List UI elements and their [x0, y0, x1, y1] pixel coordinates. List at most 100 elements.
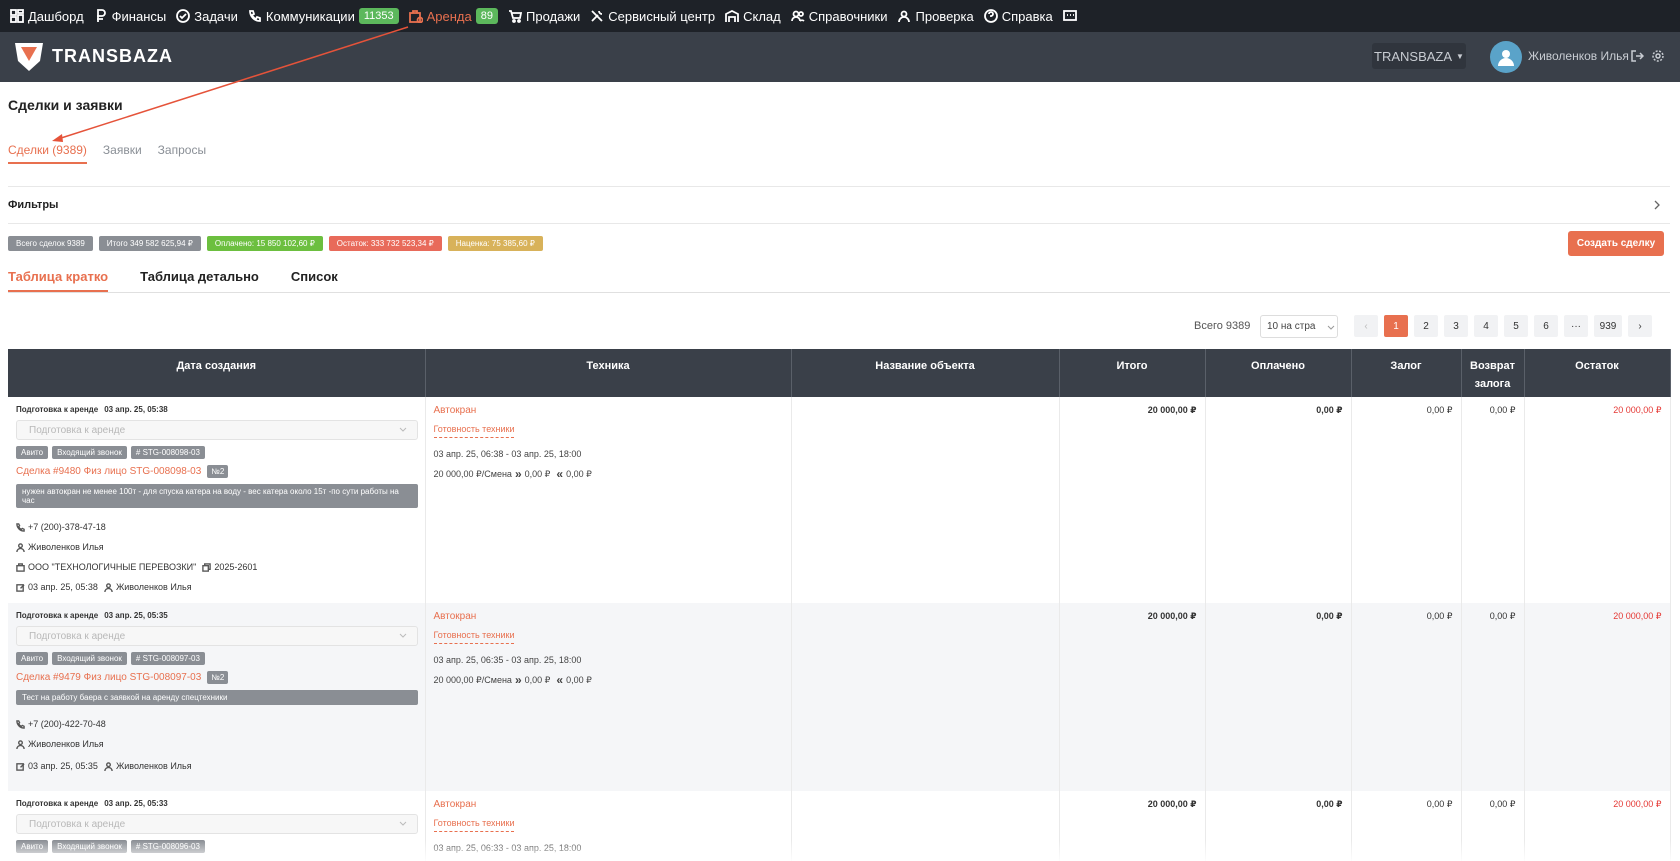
deposit-cell: 0,00 ₽: [1351, 791, 1462, 861]
deal-link[interactable]: Сделка #9480 Физ лицо STG-008098-03 №2: [16, 465, 417, 478]
rest-cell: 20 000,00 ₽: [1524, 791, 1671, 861]
tag: # STG-008096-03: [130, 840, 205, 853]
deal-tabs: Сделки (9389) Заявки Запросы: [8, 143, 206, 164]
nav-label: Финансы: [111, 8, 167, 24]
page-button[interactable]: 6: [1534, 315, 1558, 337]
gear-icon[interactable]: [1651, 49, 1665, 63]
page-button[interactable]: 2: [1414, 315, 1438, 337]
double-chevron-right-icon: »: [514, 467, 522, 481]
prev-page-button[interactable]: ‹: [1354, 315, 1378, 337]
tech-link[interactable]: Автокран: [434, 611, 783, 622]
chat-icon: [1062, 10, 1077, 21]
deal-number-badge: №2: [207, 671, 229, 684]
nav-item-service[interactable]: Сервисный центр: [590, 9, 715, 24]
phone-icon: [16, 522, 25, 532]
table-row[interactable]: Подготовка к аренде 03 апр. 25, 05:33 Под…: [8, 791, 1671, 861]
tech-status-link[interactable]: Готовность техники: [433, 630, 515, 644]
phone-info[interactable]: +7 (200)-378-47-18: [16, 522, 417, 532]
tag: # STG-008097-03: [130, 652, 205, 665]
company-selector[interactable]: TRANSBAZA ▼: [1372, 43, 1466, 69]
briefcase-icon: [16, 562, 25, 572]
transbaza-logo-icon: [15, 43, 43, 71]
tag: Входящий звонок: [52, 840, 127, 853]
stage-select[interactable]: Подготовка к аренде: [16, 814, 418, 834]
tab-requests[interactable]: Заявки: [103, 143, 142, 164]
tech-price: 20 000,00 ₽/Смена» 0,00 ₽ «0,00 ₽: [433, 467, 592, 481]
deal-link[interactable]: Сделка #9479 Физ лицо STG-008097-03 №2: [16, 671, 417, 684]
stage-select[interactable]: Подготовка к аренде: [16, 420, 418, 440]
nav-item-references[interactable]: Справочники: [790, 9, 888, 24]
column-header[interactable]: Остаток: [1524, 349, 1671, 397]
nav-item-communications[interactable]: Коммуникации 11353: [248, 8, 399, 24]
tech-dates: 03 апр. 25, 06:38 - 03 апр. 25, 18:00: [433, 449, 582, 459]
rest-cell: 20 000,00 ₽: [1524, 603, 1671, 791]
deposit-return-cell: 0,00 ₽: [1461, 791, 1525, 861]
stage-select[interactable]: Подготовка к аренде: [16, 626, 418, 646]
next-page-button[interactable]: ›: [1628, 315, 1652, 337]
nav-label: Дашборд: [28, 8, 84, 24]
row-created-date: 03 апр. 25, 05:35: [104, 611, 168, 620]
tab-deals[interactable]: Сделки (9389): [8, 143, 87, 164]
tab-queries[interactable]: Запросы: [158, 143, 206, 164]
per-page-select[interactable]: 10 на стра: [1260, 315, 1338, 338]
tab-table-detailed[interactable]: Таблица детально: [140, 269, 259, 292]
logo[interactable]: TRANSBAZA: [12, 39, 173, 73]
column-header[interactable]: Оплачено: [1205, 349, 1352, 397]
nav-item-help[interactable]: Справка: [983, 9, 1053, 24]
chevron-down-icon: [399, 821, 407, 826]
tech-status-link[interactable]: Готовность техники: [433, 818, 515, 832]
tag: Авито: [16, 840, 49, 853]
edit-icon: [16, 762, 25, 771]
help-icon: [983, 9, 998, 23]
page-button[interactable]: 1: [1384, 315, 1408, 337]
column-header[interactable]: Дата создания: [8, 349, 426, 397]
nav-item-rent[interactable]: Аренда 89: [408, 8, 498, 24]
page-button[interactable]: 5: [1504, 315, 1528, 337]
row-created-date: 03 апр. 25, 05:33: [104, 799, 168, 808]
user-check-icon: [897, 10, 910, 23]
column-header[interactable]: Возврат залога: [1461, 349, 1525, 397]
nav-item-warehouse[interactable]: Склад: [725, 9, 781, 24]
nav-label: Сервисный центр: [608, 8, 716, 24]
tab-table-brief[interactable]: Таблица кратко: [8, 269, 109, 292]
tools-icon: [591, 10, 603, 22]
column-header[interactable]: Название объекта: [791, 349, 1060, 397]
row-status: Подготовка к аренде 03 апр. 25, 05:38: [16, 405, 168, 414]
nav-item-verification[interactable]: Проверка: [897, 9, 974, 24]
create-deal-button[interactable]: Создать сделку: [1568, 231, 1664, 256]
tab-list[interactable]: Список: [291, 269, 338, 292]
chevron-down-icon: [399, 633, 407, 638]
column-header[interactable]: Техника: [425, 349, 792, 397]
column-header[interactable]: Итого: [1059, 349, 1206, 397]
tag: Авито: [16, 446, 49, 459]
chip-total-deals: Всего сделок 9389: [8, 236, 93, 251]
deal-comment: нужен автокран не менее 100т - для спуск…: [16, 484, 418, 508]
nav-item-tasks[interactable]: Задачи: [176, 9, 238, 24]
cart-icon: [509, 10, 522, 23]
column-header[interactable]: Залог: [1351, 349, 1462, 397]
filters-label: Фильтры: [8, 199, 59, 211]
table-row[interactable]: Подготовка к аренде 03 апр. 25, 05:35 Под…: [8, 603, 1671, 791]
filters-panel[interactable]: Фильтры: [8, 186, 1670, 224]
object-cell: [791, 791, 1060, 861]
manager-info: Живоленков Илья: [16, 542, 417, 552]
total-cell: 20 000,00 ₽: [1059, 397, 1206, 603]
page-button[interactable]: 4: [1474, 315, 1498, 337]
page-button[interactable]: 3: [1444, 315, 1468, 337]
avatar[interactable]: [1490, 41, 1522, 73]
table-row[interactable]: Подготовка к аренде 03 апр. 25, 05:38 Под…: [8, 397, 1671, 603]
user-name[interactable]: Живоленков Илья: [1528, 49, 1629, 63]
tech-status-link[interactable]: Готовность техники: [433, 424, 515, 438]
tech-link[interactable]: Автокран: [434, 799, 783, 810]
page-button[interactable]: 939: [1594, 315, 1622, 337]
nav-item-dashboard[interactable]: Дашборд: [10, 9, 84, 24]
company-info: ООО "ТЕХНОЛОГИЧНЫЕ ПЕРЕВОЗКИ" 2025-2601: [16, 562, 417, 572]
nav-item-finance[interactable]: Финансы: [94, 8, 167, 24]
nav-item-sales[interactable]: Продажи: [508, 9, 580, 24]
page-ellipsis[interactable]: ···: [1564, 315, 1588, 337]
tag: Входящий звонок: [52, 652, 127, 665]
nav-item-chat[interactable]: [1062, 9, 1081, 23]
logout-icon[interactable]: [1630, 49, 1644, 63]
tech-link[interactable]: Автокран: [434, 405, 783, 416]
phone-info[interactable]: +7 (200)-422-70-48: [16, 719, 417, 729]
